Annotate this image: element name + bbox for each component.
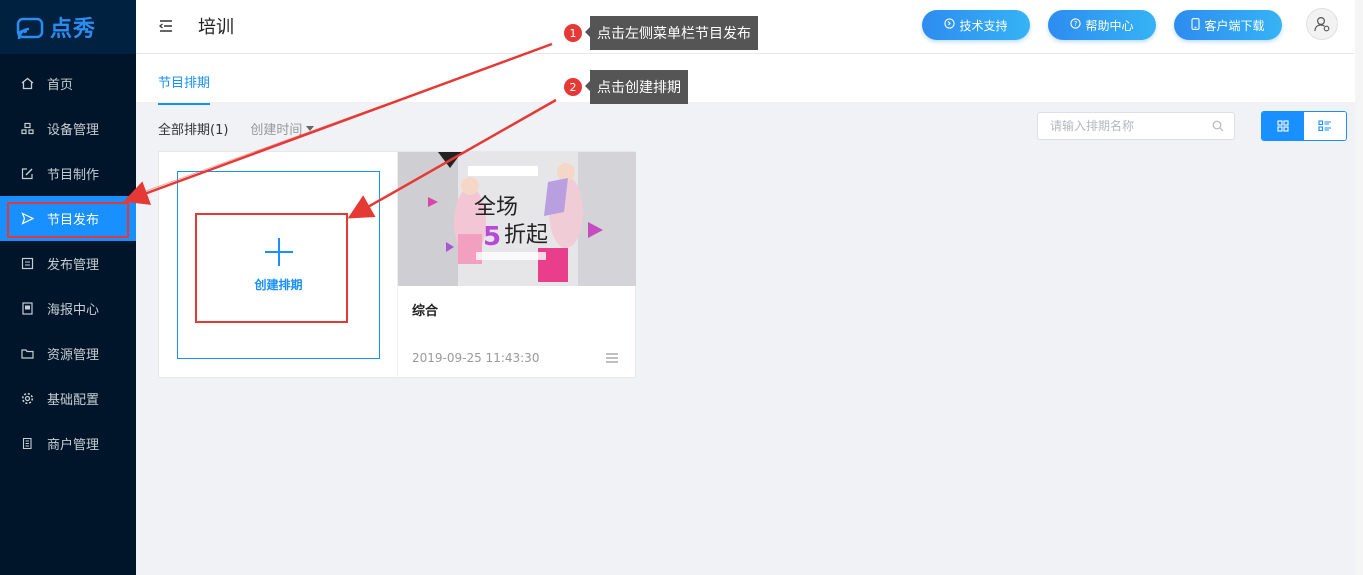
grid-view-button[interactable]	[1262, 112, 1304, 140]
client-download-label: 客户端下载	[1204, 18, 1265, 33]
sidebar-item-merchant[interactable]: 商户管理	[0, 421, 136, 466]
help-center-button[interactable]: ? 帮助中心	[1048, 10, 1156, 40]
create-schedule-card[interactable]: 创建排期	[177, 171, 380, 359]
list-view-icon	[1318, 120, 1331, 132]
search-icon[interactable]	[1212, 120, 1224, 132]
schedule-grid: 创建排期 全场 5 折起 综合 2019-09-25 11:43:30	[158, 151, 636, 378]
more-menu-icon[interactable]	[606, 353, 618, 363]
sidebar-item-label: 节目发布	[47, 213, 100, 228]
callout-1-text: 点击左侧菜单栏节目发布	[585, 16, 758, 50]
edit-icon	[20, 167, 34, 181]
support-icon	[944, 18, 956, 32]
sidebar-item-basic-config[interactable]: 基础配置	[0, 376, 136, 421]
program-date: 2019-09-25 11:43:30	[412, 351, 540, 365]
list-view-button[interactable]	[1304, 112, 1346, 140]
sidebar-menu: 首页 设备管理 节目制作 节目发布 发布管理 海报中心 资源管理 基础配置 商户…	[0, 61, 136, 466]
user-settings-icon	[1314, 16, 1330, 32]
program-thumbnail: 全场 5 折起	[398, 152, 636, 286]
callout-2-number: 2	[564, 78, 582, 96]
thumb-text-3: 折起	[504, 223, 548, 248]
menu-collapse-icon[interactable]	[158, 18, 174, 34]
tab-schedule[interactable]: 节目排期	[158, 72, 211, 105]
avatar[interactable]	[1306, 8, 1338, 40]
filter-row: 全部排期(1) 创建时间	[158, 119, 315, 138]
help-icon: ?	[1070, 18, 1082, 32]
folder-icon	[20, 347, 34, 361]
svg-text:?: ?	[1074, 20, 1078, 28]
plus-icon	[264, 237, 293, 266]
thumb-text-1: 全场	[474, 195, 518, 220]
sidebar-item-devices[interactable]: 设备管理	[0, 106, 136, 151]
tech-support-label: 技术支持	[959, 18, 1008, 33]
merchant-icon	[20, 437, 34, 451]
filter-all[interactable]: 全部排期(1)	[158, 119, 228, 138]
logo-text: 点秀	[50, 17, 97, 42]
caret-down-icon	[306, 126, 315, 131]
sidebar-item-label: 设备管理	[47, 123, 100, 138]
sidebar-item-label: 海报中心	[47, 303, 100, 318]
callout-1-number: 1	[564, 24, 582, 42]
sidebar-item-program-publish[interactable]: 节目发布	[0, 196, 136, 241]
sidebar-item-label: 发布管理	[47, 258, 100, 273]
poster-icon	[20, 302, 34, 316]
sort-dropdown[interactable]: 创建时间	[250, 119, 315, 138]
list-icon	[20, 257, 34, 271]
tabs-bar: 节目排期	[136, 54, 1363, 105]
logo[interactable]: 点秀	[0, 0, 136, 54]
client-download-button[interactable]: 客户端下载	[1174, 10, 1282, 40]
sidebar-item-home[interactable]: 首页	[0, 61, 136, 106]
home-icon	[20, 77, 34, 91]
page-scrollbar[interactable]	[1355, 0, 1363, 575]
view-toggle	[1261, 111, 1347, 141]
schedule-card[interactable]: 全场 5 折起 综合 2019-09-25 11:43:30	[398, 152, 636, 378]
sidebar-item-label: 首页	[47, 78, 74, 93]
sidebar-item-program-make[interactable]: 节目制作	[0, 151, 136, 196]
logo-wifi-icon	[16, 17, 44, 39]
sort-label: 创建时间	[250, 123, 303, 138]
mobile-icon	[1191, 17, 1201, 33]
page-title: 培训	[198, 17, 234, 38]
grid-icon	[1277, 120, 1289, 132]
create-schedule-label: 创建排期	[254, 277, 303, 292]
sidebar-item-label: 节目制作	[47, 168, 100, 183]
callout-1: 1 点击左侧菜单栏节目发布	[564, 16, 758, 50]
program-name: 综合	[412, 304, 439, 319]
gear-icon	[20, 392, 34, 406]
sidebar-item-label: 基础配置	[47, 393, 100, 408]
search-box	[1037, 112, 1235, 140]
device-icon	[20, 122, 34, 136]
sidebar-item-publish-manage[interactable]: 发布管理	[0, 241, 136, 286]
sidebar-item-resources[interactable]: 资源管理	[0, 331, 136, 376]
sidebar: 点秀 首页 设备管理 节目制作 节目发布 发布管理 海报中心 资源管理 基础配置…	[0, 0, 136, 575]
send-icon	[20, 212, 34, 226]
thumb-text-2: 5	[483, 222, 501, 252]
sidebar-item-label: 资源管理	[47, 348, 100, 363]
sidebar-item-label: 商户管理	[47, 438, 100, 453]
sidebar-item-poster-center[interactable]: 海报中心	[0, 286, 136, 331]
search-input[interactable]	[1050, 113, 1210, 139]
callout-2-text: 点击创建排期	[585, 70, 688, 104]
callout-2: 2 点击创建排期	[564, 70, 688, 104]
help-center-label: 帮助中心	[1085, 18, 1134, 33]
tech-support-button[interactable]: 技术支持	[922, 10, 1030, 40]
